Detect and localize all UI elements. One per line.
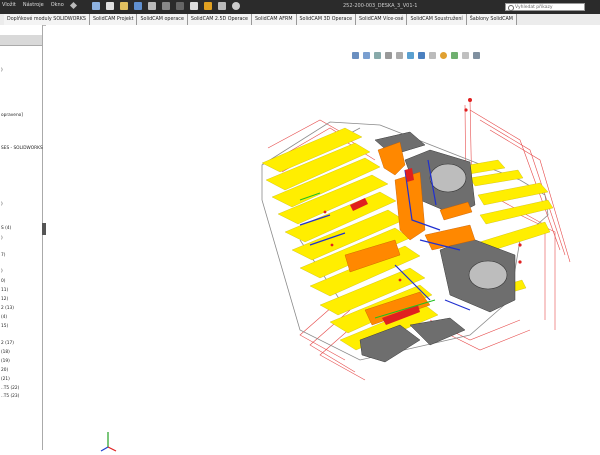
- options-gear-icon[interactable]: [232, 2, 240, 10]
- tree-item[interactable]: ..T5 (23): [1, 394, 19, 399]
- document-title: 252-200-003_DESKA_3_V01-1: [343, 3, 418, 9]
- redo-icon[interactable]: [176, 2, 184, 10]
- tree-item[interactable]: 12): [1, 297, 8, 302]
- tab-solidcam-afrm[interactable]: SolidCAM AFRM: [252, 14, 297, 25]
- tree-item[interactable]: SES - SOLIDWORKS: [1, 146, 43, 151]
- tree-item[interactable]: 7): [1, 253, 5, 258]
- graphics-viewport[interactable]: [46, 25, 600, 452]
- file-properties-icon[interactable]: [218, 2, 226, 10]
- menu-item-tools[interactable]: Nástroje: [23, 2, 44, 8]
- view-settings-icon[interactable]: [462, 52, 469, 59]
- edit-appearance-icon[interactable]: [440, 52, 447, 59]
- zoom-to-area-icon[interactable]: [363, 52, 370, 59]
- tree-item[interactable]: (18): [1, 350, 10, 355]
- tree-item[interactable]: ..T5 (22): [1, 386, 19, 391]
- tab-solidcam-3d-operations[interactable]: SolidCAM 3D Operace: [296, 14, 357, 25]
- tree-item[interactable]: ): [1, 202, 3, 207]
- search-input[interactable]: Vyhledat příkazy: [505, 3, 585, 11]
- monitor-icon[interactable]: [473, 52, 480, 59]
- tree-item[interactable]: opraveno]: [1, 113, 23, 118]
- tree-item[interactable]: 20): [1, 368, 8, 373]
- pin-icon[interactable]: [69, 1, 77, 9]
- tab-solidcam-project[interactable]: SolidCAM Projekt: [89, 14, 138, 25]
- tab-solidcam-25d-operations[interactable]: SolidCAM 2.5D Operace: [187, 14, 253, 25]
- heads-up-view-toolbar: [352, 52, 480, 59]
- undo-icon[interactable]: [162, 2, 170, 10]
- tree-item[interactable]: 15): [1, 324, 8, 329]
- panel-header: [0, 35, 42, 46]
- tree-item[interactable]: (21): [1, 377, 10, 382]
- reference-triad-icon: [100, 432, 117, 452]
- hide-show-items-icon[interactable]: [429, 52, 436, 59]
- tree-item[interactable]: (19): [1, 359, 10, 364]
- section-view-icon[interactable]: [385, 52, 392, 59]
- tree-item[interactable]: 11): [1, 288, 8, 293]
- rebuild-icon[interactable]: [204, 2, 212, 10]
- display-style-icon[interactable]: [418, 52, 425, 59]
- previous-view-icon[interactable]: [374, 52, 381, 59]
- select-icon[interactable]: [190, 2, 198, 10]
- save-icon[interactable]: [134, 2, 142, 10]
- model-view: [261, 98, 571, 381]
- tree-item[interactable]: ): [1, 236, 3, 241]
- tree-item[interactable]: 2 (17): [1, 341, 14, 346]
- tab-solidcam-turning[interactable]: SolidCAM Soustružení: [407, 14, 467, 25]
- menu-item-insert[interactable]: Vložit: [2, 2, 16, 8]
- title-bar: Vložit Nástroje Okno 252-200-003_DESKA_3…: [0, 0, 600, 14]
- feature-manager-panel: ) opraveno] SES - SOLIDWORKS ) S (4) ) 7…: [0, 25, 43, 450]
- tree-item[interactable]: ): [1, 269, 3, 274]
- search-placeholder: Vyhledat příkazy: [515, 5, 553, 10]
- tab-solidcam-operations[interactable]: SolidCAM operace: [137, 14, 188, 25]
- new-document-icon[interactable]: [106, 2, 114, 10]
- open-icon[interactable]: [120, 2, 128, 10]
- dynamic-annotation-icon[interactable]: [396, 52, 403, 59]
- view-orientation-icon[interactable]: [407, 52, 414, 59]
- menu-bar: Vložit Nástroje Okno: [2, 1, 77, 9]
- menu-item-window[interactable]: Okno: [51, 2, 64, 8]
- home-icon[interactable]: [92, 2, 100, 10]
- zoom-to-fit-icon[interactable]: [352, 52, 359, 59]
- quick-access-toolbar: [92, 2, 240, 10]
- tree-item[interactable]: 0): [1, 279, 5, 284]
- tree-item[interactable]: 2 (13): [1, 306, 14, 311]
- apply-scene-icon[interactable]: [451, 52, 458, 59]
- print-icon[interactable]: [148, 2, 156, 10]
- tree-item[interactable]: S (4): [1, 226, 11, 231]
- tree-item[interactable]: ): [1, 68, 3, 73]
- search-icon: [508, 5, 514, 11]
- tab-solidcam-multiaxis[interactable]: SolidCAM Více-osé: [356, 14, 408, 25]
- tree-item[interactable]: (4): [1, 315, 7, 320]
- tab-solidcam-templates[interactable]: Šablony SolidCAM: [466, 14, 517, 25]
- tab-solidworks-addins[interactable]: Doplňkové moduly SOLIDWORKS: [4, 14, 90, 25]
